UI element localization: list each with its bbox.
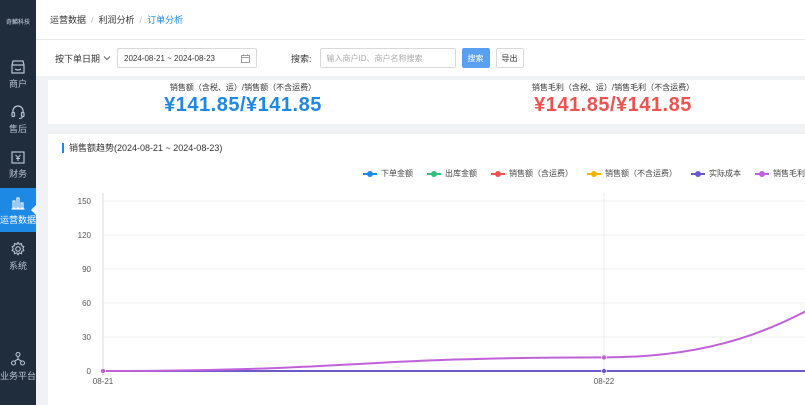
sidebar-item-label: 财务 xyxy=(8,168,27,179)
breadcrumb: 运营数据 / 利润分析 / 订单分析 xyxy=(36,0,805,40)
sidebar-item-label: 系统 xyxy=(8,260,27,271)
gear-icon xyxy=(11,241,25,256)
legend-label: 销售额（不含运费） xyxy=(605,169,677,178)
series-point xyxy=(601,354,607,361)
breadcrumb-separator: / xyxy=(139,14,143,25)
date-range-picker[interactable]: 2024-08-21 ~ 2024-08-23 xyxy=(117,48,258,68)
search-label: 搜索: xyxy=(291,53,312,64)
gross-profit-stat: 销售毛利（含税、运）/销售毛利（不含运费） ¥141.85/¥141.85 xyxy=(508,80,718,117)
legend-item[interactable]: 销售毛利 xyxy=(755,168,805,179)
filter-toolbar: 按下单日期 2024-08-21 ~ 2024-08-23 搜索: 搜索 导出 xyxy=(36,40,805,76)
legend-label: 实际成本 xyxy=(709,169,741,178)
date-range-value: 2024-08-21 ~ 2024-08-23 xyxy=(124,53,215,63)
legend-label: 销售毛利 xyxy=(773,169,805,178)
network-icon xyxy=(10,351,26,366)
y-tick-label: 30 xyxy=(82,333,91,342)
search-button[interactable]: 搜索 xyxy=(461,48,490,68)
date-type-select[interactable]: 按下单日期 xyxy=(55,52,111,65)
sidebar-item-merchant[interactable]: 商户 xyxy=(0,52,36,96)
legend-item[interactable]: 下单金额 xyxy=(363,168,413,179)
y-tick-label: 120 xyxy=(78,231,92,240)
chart-legend: 下单金额 出库金额 销售额（含运费） 销售额（不含运费） 实际成本 销售毛利 xyxy=(349,168,805,179)
legend-item[interactable]: 销售额（含运费） xyxy=(491,168,573,179)
y-tick-label: 60 xyxy=(82,299,91,308)
x-tick-label: 08-21 xyxy=(93,377,114,386)
legend-label: 出库金额 xyxy=(445,169,477,178)
sidebar-item-label: 商户 xyxy=(8,78,27,89)
legend-marker xyxy=(363,170,377,177)
date-type-label: 按下单日期 xyxy=(55,53,101,64)
sales-trend-chart-card: 030609012015008-2108-2208-23 销售额趋势(2024-… xyxy=(48,134,805,405)
sidebar-item-label: 售后 xyxy=(8,123,27,134)
finance-icon xyxy=(11,150,25,164)
x-tick-label: 08-22 xyxy=(594,377,615,386)
legend-item[interactable]: 出库金额 xyxy=(427,168,477,179)
sidebar-item-finance[interactable]: 财务 xyxy=(0,142,36,186)
series-point xyxy=(601,368,607,374)
sidebar-item-operations[interactable]: 运营数据 xyxy=(0,188,36,232)
sidebar-item-system[interactable]: 系统 xyxy=(0,234,36,278)
chevron-down-icon xyxy=(103,56,111,61)
store-icon xyxy=(11,59,25,74)
sidebar-item-aftersale[interactable]: 售后 xyxy=(0,97,36,141)
bar-chart-icon xyxy=(11,196,25,210)
y-tick-label: 0 xyxy=(87,367,92,376)
legend-marker xyxy=(491,170,505,177)
y-tick-label: 150 xyxy=(78,197,92,206)
series-point xyxy=(100,368,106,374)
breadcrumb-item[interactable]: 利润分析 xyxy=(99,13,135,26)
y-tick-label: 90 xyxy=(82,265,91,274)
summary-stats: 销售额（含税、运）/销售额（不含运费） ¥141.85/¥141.85 销售毛利… xyxy=(48,80,805,124)
legend-item[interactable]: 销售额（不含运费） xyxy=(587,168,677,179)
sales-stat-value: ¥141.85/¥141.85 xyxy=(164,94,322,116)
search-input[interactable] xyxy=(319,48,456,68)
gross-profit-stat-value: ¥141.85/¥141.85 xyxy=(534,94,692,116)
calendar-icon xyxy=(241,54,250,63)
headset-icon xyxy=(11,104,25,119)
breadcrumb-separator: / xyxy=(91,14,94,25)
legend-label: 销售额（含运费） xyxy=(509,169,573,178)
gross-profit-stat-title: 销售毛利（含税、运）/销售毛利（不含运费） xyxy=(531,83,695,92)
series-line xyxy=(102,310,805,372)
sidebar-item-label: 业务平台 xyxy=(0,370,37,381)
sales-stat-title: 销售额（含税、运）/销售额（不含运费） xyxy=(169,83,317,92)
legend-marker xyxy=(691,170,705,177)
legend-label: 下单金额 xyxy=(381,169,413,178)
legend-marker xyxy=(755,170,769,177)
sidebar: 奇麟科技 商户 售后 财务 运营数据 系统 业务平台 xyxy=(0,0,36,405)
main-content: 运营数据 / 利润分析 / 订单分析 按下单日期 2024-08-21 ~ 20… xyxy=(36,0,805,405)
breadcrumb-current: 订单分析 xyxy=(147,15,184,25)
sales-stat: 销售额（含税、运）/销售额（不含运费） ¥141.85/¥141.85 xyxy=(143,80,343,117)
export-button[interactable]: 导出 xyxy=(495,48,524,68)
breadcrumb-item[interactable]: 运营数据 xyxy=(50,13,86,26)
legend-marker xyxy=(427,170,441,177)
brand-logo: 奇麟科技 xyxy=(5,19,30,26)
legend-item[interactable]: 实际成本 xyxy=(691,168,741,179)
sidebar-item-business-platform[interactable]: 业务平台 xyxy=(0,344,36,388)
legend-marker xyxy=(587,170,601,177)
chart-title: 销售额趋势(2024-08-21 ~ 2024-08-23) xyxy=(62,143,222,153)
